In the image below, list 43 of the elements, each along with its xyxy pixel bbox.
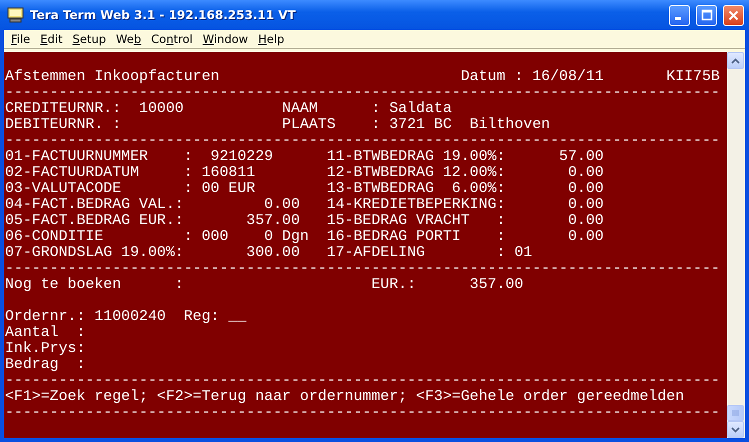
terminal-line: DEBITEURNR. : PLAATS : 3721 BC Bilthoven [5, 117, 552, 133]
terminal-line: 07-GRONDSLAG 19.00%: 300.00 17-AFDELING : 01 [5, 245, 534, 261]
terminal-line: 06-CONDITIE : 000 0 Dgn 16-BEDRAG PORTI : 0.00 [5, 229, 605, 245]
close-button[interactable] [723, 4, 744, 26]
terminal-line: Aantal : [5, 325, 86, 341]
menu-item[interactable]: Window [198, 32, 254, 46]
terminal-line: Ink.Prys: [5, 341, 86, 357]
terminal-line: Ordernr.: 11000240 Reg: __ [5, 308, 248, 325]
scroll-thumb[interactable] [727, 405, 744, 421]
maximize-button[interactable] [696, 4, 717, 26]
terminal-line: 02-FACTUURDATUM : 160811 12-BTWBEDRAG 12.00%: 0.00 [5, 165, 605, 181]
scroll-down-button[interactable] [727, 421, 744, 438]
grip-icon [732, 410, 739, 416]
menu-item[interactable]: Web [111, 32, 146, 46]
menu-item[interactable]: Control [146, 32, 198, 46]
terminal-line: -------------------------------------------------------------------------------- [5, 85, 721, 101]
chevron-down-icon [731, 426, 740, 432]
minimize-button[interactable] [669, 4, 690, 26]
menu-item[interactable]: File [6, 32, 36, 46]
terminal-line: -------------------------------------------------------------------------------- [5, 373, 721, 389]
terminal-line: Afstemmen Inkoopfacturen Datum : 16/08/11 KII75B [5, 69, 721, 85]
terminal-line: 04-FACT.BEDRAG VAL.: 0.00 14-KREDIETBEPERKING: 0.00 [5, 197, 605, 213]
terminal-line: -------------------------------------------------------------------------------- [5, 405, 721, 421]
scrollbar[interactable] [727, 52, 745, 438]
chevron-up-icon [731, 58, 740, 64]
terminal-line: CREDITEURNR.: 10000 NAAM : Saldata [5, 101, 453, 117]
scroll-up-button[interactable] [727, 52, 744, 69]
close-icon [728, 10, 739, 20]
terminal-line: Bedrag : [5, 357, 86, 373]
window-title: Tera Term Web 3.1 - 192.168.253.11 VT [30, 8, 297, 22]
terminal-line: 05-FACT.BEDRAG EUR.: 357.00 15-BEDRAG VRACHT : 0.00 [5, 213, 605, 229]
menu-item[interactable]: Help [253, 32, 290, 46]
terminal-icon [7, 7, 24, 23]
menu-item[interactable]: Setup [68, 32, 112, 46]
menu-item[interactable]: Edit [35, 32, 68, 46]
terminal-line: -------------------------------------------------------------------------------- [5, 133, 721, 149]
minimize-icon [674, 17, 680, 20]
terminal-line: -------------------------------------------------------------------------------- [5, 261, 721, 277]
terminal-line: 01-FACTUURNUMMER : 9210229 11-BTWBEDRAG 19.00%: 57.00 [5, 149, 605, 165]
terminal-line: <F1>=Zoek regel; <F2>=Terug naar ordernummer; <F3>=Gehele order gereedmelden [5, 389, 686, 405]
terminal-line: 03-VALUTACODE : 00 EUR 13-BTWBEDRAG 6.00%: 0.00 [5, 181, 605, 197]
maximize-icon [700, 9, 712, 21]
terminal-line: Nog te boeken : EUR.: 357.00 [5, 277, 524, 293]
